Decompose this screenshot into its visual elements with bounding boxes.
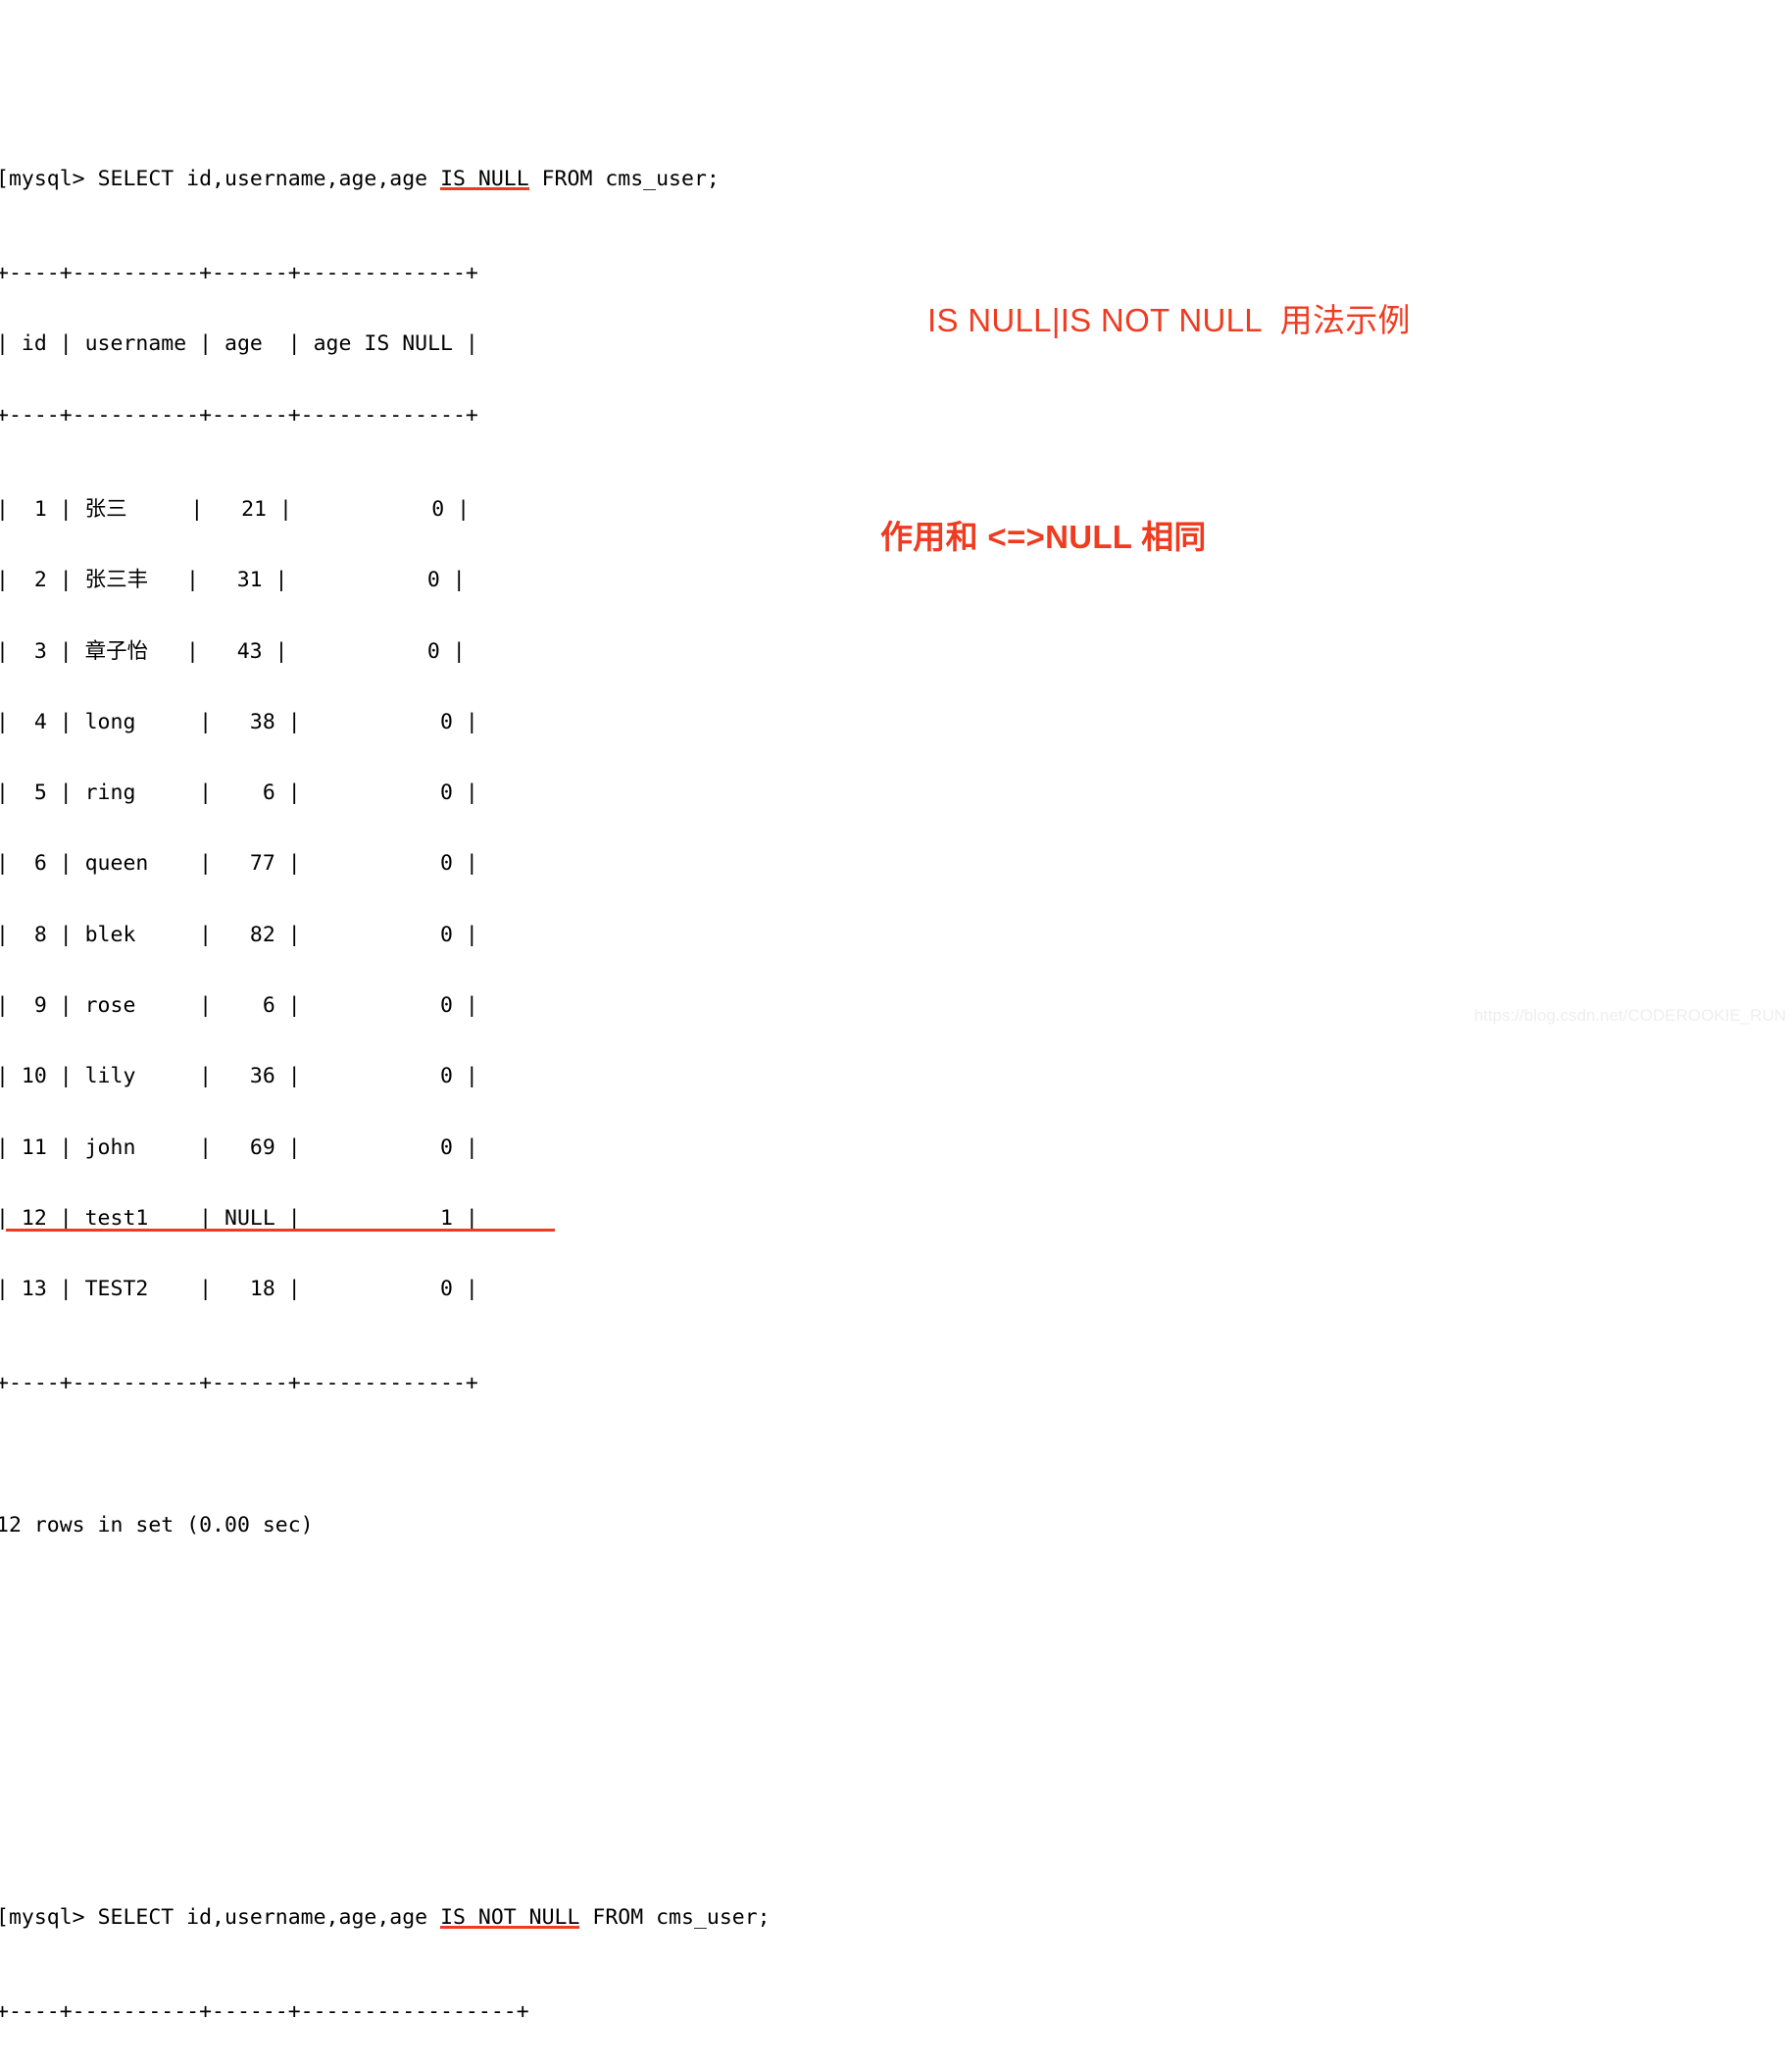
query-highlight-is-null: IS NULL [440, 166, 529, 191]
row-count-status: 12 rows in set (0.00 sec) [0, 1513, 314, 1538]
table-row: | 10 | lily | 36 | 0 | [0, 1064, 478, 1089]
query-text-before: SELECT id,username,age,age [97, 1904, 441, 1930]
table-row-highlighted: | 12 | test1 | NULL | 1 | [0, 1205, 478, 1231]
table-row: | 9 | rose | 6 | 0 | [0, 992, 478, 1018]
annotation-is-null-usage: IS NULL|IS NOT NULL 用法示例 [927, 302, 1411, 338]
table-row: | 8 | blek | 82 | 0 | [0, 922, 478, 947]
query-text-after: FROM cms_user; [528, 166, 720, 191]
table-header-row: | id | username | age | age IS NULL | [0, 331, 478, 357]
query-text-before: SELECT id,username,age,age [97, 166, 441, 191]
watermark-url: https://blog.csdn.net/CODEROOKIE_RUN [1473, 1006, 1786, 1025]
row-highlight-underline [6, 1228, 555, 1232]
table-row: | 3 | 章子怡 | 43 | 0 | [0, 638, 466, 664]
table-rule-bottom: +----+----------+------+-------------+ [0, 1371, 478, 1396]
shell-prompt: [mysql> [0, 166, 98, 191]
table-row: | 2 | 张三丰 | 31 | 0 | [0, 568, 466, 593]
query-block-is-not-null: [mysql> SELECT id,username,age,age IS NO… [0, 1835, 1074, 2067]
shell-prompt: [mysql> [0, 1904, 98, 1930]
annotation-equivalent-to-null-safe-equal: 作用和 <=>NULL 相同 [880, 519, 1207, 555]
table-row: | 13 | TEST2 | 18 | 0 | [0, 1277, 478, 1302]
table-row: | 4 | long | 38 | 0 | [0, 709, 478, 734]
table-rule-top: +----+----------+------+-------------+ [0, 261, 478, 286]
table-rule-mid: +----+----------+------+-------------+ [0, 402, 478, 428]
command-line-is-not-null: [mysql> SELECT id,username,age,age IS NO… [0, 1904, 1074, 1930]
terminal-transcript: [mysql> SELECT id,username,age,age IS NU… [0, 2, 1074, 2067]
query-text-after: FROM cms_user; [579, 1904, 771, 1930]
command-line-is-null: [mysql> SELECT id,username,age,age IS NU… [0, 166, 1074, 191]
query-highlight-is-not-null: IS NOT NULL [440, 1904, 580, 1930]
table-rule-top: +----+----------+------+----------------… [0, 1998, 529, 2024]
query-block-is-null: [mysql> SELECT id,username,age,age IS NU… [0, 96, 1074, 1585]
table-row: | 5 | ring | 6 | 0 | [0, 781, 478, 806]
table-row: | 6 | queen | 77 | 0 | [0, 851, 478, 877]
table-row: | 11 | john | 69 | 0 | [0, 1134, 478, 1160]
